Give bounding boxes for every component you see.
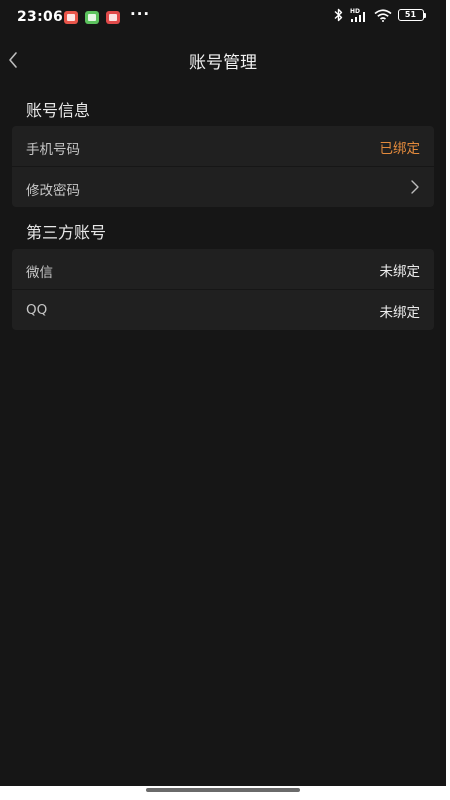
hd-signal-icon: HD	[350, 8, 365, 22]
home-indicator[interactable]	[146, 788, 300, 792]
battery-level: 51	[404, 10, 417, 19]
qq-label: QQ	[26, 302, 48, 318]
more-notifications-icon: ···	[130, 5, 151, 23]
page-title: 账号管理	[189, 53, 257, 73]
wifi-icon	[374, 9, 392, 22]
wechat-bind-status: 未绑定	[379, 264, 421, 280]
shopping-app-icon	[106, 11, 120, 24]
svg-text:HD: HD	[350, 8, 360, 15]
change-password-label: 修改密码	[26, 183, 80, 199]
status-bar: 23:06 ··· HD 51	[0, 0, 446, 34]
wechat-label: 微信	[26, 265, 53, 281]
qq-bind-status: 未绑定	[379, 305, 421, 321]
status-time: 23:06	[17, 9, 64, 25]
phone-number-label: 手机号码	[26, 142, 80, 158]
screen: 23:06 ··· HD 51 账号管理 账号信息 手机号码 已绑定 修改密码 …	[0, 0, 446, 786]
nav-bar: 账号管理	[0, 40, 446, 80]
third-party-card: 微信 未绑定 QQ 未绑定	[12, 249, 434, 330]
change-password-row[interactable]: 修改密码	[12, 166, 434, 207]
chevron-right-icon	[411, 180, 419, 194]
battery-icon: 51	[398, 9, 424, 21]
phone-bound-status: 已绑定	[379, 141, 421, 157]
screen-edge	[446, 0, 450, 800]
notification-app-icon	[64, 11, 78, 24]
battery-cap	[424, 13, 426, 18]
section-header-account-info: 账号信息	[26, 101, 91, 120]
qq-row[interactable]: QQ 未绑定	[12, 289, 434, 330]
section-header-third-party: 第三方账号	[26, 223, 107, 242]
wechat-row[interactable]: 微信 未绑定	[12, 249, 434, 289]
download-app-icon	[85, 11, 99, 24]
bluetooth-icon	[334, 8, 343, 22]
phone-number-row[interactable]: 手机号码 已绑定	[12, 126, 434, 166]
account-info-card: 手机号码 已绑定 修改密码	[12, 126, 434, 207]
